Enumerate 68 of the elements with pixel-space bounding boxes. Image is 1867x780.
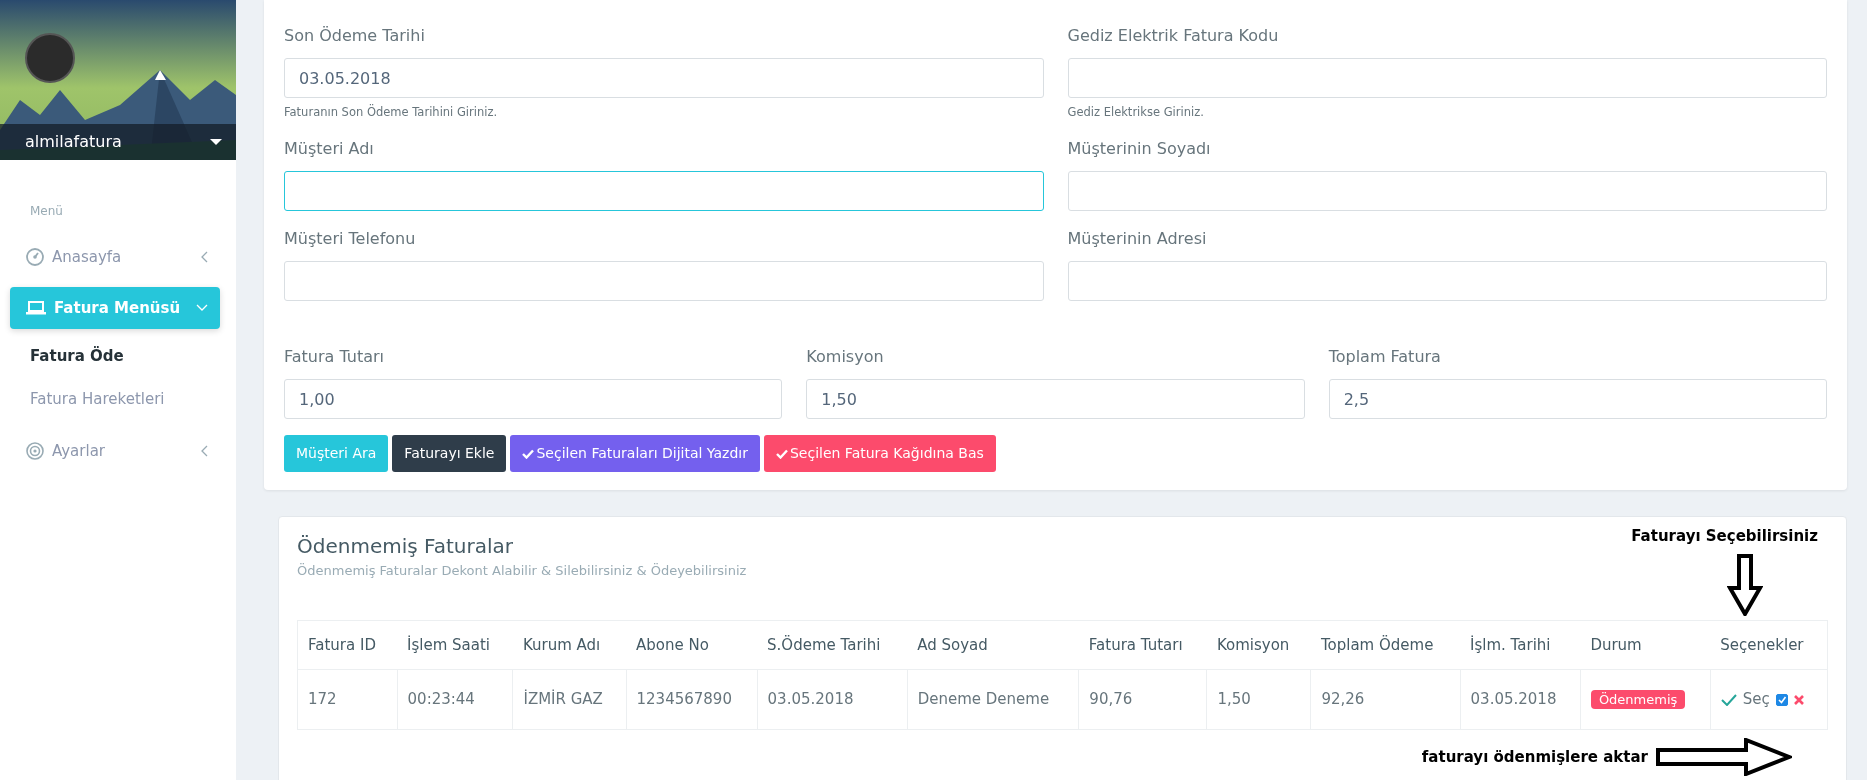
input-field[interactable]: 1,50 bbox=[806, 379, 1305, 420]
table-cell: 00:23:44 bbox=[397, 669, 513, 730]
sidebar-item[interactable]: Ayarlar bbox=[10, 430, 220, 473]
checkbox[interactable] bbox=[1775, 693, 1788, 706]
field-label: Son Ödeme Tarihi bbox=[284, 25, 426, 47]
column-header: Abone No bbox=[626, 620, 758, 670]
input-field[interactable]: 2,5 bbox=[1328, 379, 1827, 420]
field-label: Komisyon bbox=[806, 346, 885, 369]
submenu-item[interactable]: Fatura Öde bbox=[0, 337, 236, 376]
field-label: Fatura Tutarı bbox=[284, 346, 385, 369]
check-icon[interactable] bbox=[1720, 693, 1737, 706]
action-button[interactable]: Faturayı Ekle bbox=[392, 435, 507, 473]
field-label: Gediz Elektrik Fatura Kodu bbox=[1067, 25, 1280, 47]
column-header: İşlem Saati bbox=[397, 620, 513, 670]
column-header: Kurum Adı bbox=[512, 620, 626, 670]
table-cell: İZMİR GAZ bbox=[512, 669, 626, 730]
close-icon[interactable] bbox=[1793, 694, 1804, 705]
table-cell: 92,26 bbox=[1310, 669, 1461, 730]
action-button[interactable]: Seçilen Faturaları Dijital Yazdır bbox=[510, 435, 760, 473]
table-cell: 90,76 bbox=[1078, 669, 1207, 730]
input-field[interactable] bbox=[284, 261, 1044, 302]
table-cell: 03.05.2018 bbox=[757, 669, 908, 730]
chevron-left-icon bbox=[200, 251, 208, 264]
field-label: Toplam Fatura bbox=[1328, 346, 1442, 369]
annotation-text: faturayı ödenmişlere aktar bbox=[1421, 746, 1648, 768]
chevron-left-icon bbox=[200, 445, 208, 458]
column-header: Fatura ID bbox=[297, 620, 398, 670]
action-button[interactable]: Seçilen Fatura Kağıdına Bas bbox=[763, 435, 996, 473]
username: almilafatura bbox=[25, 131, 122, 153]
table-cell: 03.05.2018 bbox=[1460, 669, 1581, 730]
field-label: Müşteri Telefonu bbox=[284, 228, 417, 251]
field-label: Müşterinin Soyadı bbox=[1067, 138, 1212, 161]
help-text: Faturanın Son Ödeme Tarihini Giriniz. bbox=[284, 104, 499, 121]
column-header: Durum bbox=[1580, 620, 1711, 670]
input-field[interactable] bbox=[1067, 58, 1827, 98]
help-text: Gediz Elektrikse Giriniz. bbox=[1067, 104, 1205, 121]
menu-heading: Menü bbox=[29, 203, 64, 220]
column-header: Toplam Ödeme bbox=[1310, 620, 1461, 670]
laptop-icon bbox=[26, 299, 46, 316]
field-label: Müşterinin Adresi bbox=[1067, 228, 1208, 251]
card-subtitle: Ödenmemiş Faturalar Dekont Alabilir & Silebilirsiniz & Ödeyebilirsiniz bbox=[297, 562, 747, 581]
input-field[interactable] bbox=[284, 171, 1044, 212]
option-label[interactable]: Seç bbox=[1742, 688, 1770, 711]
table-cell: 1234567890 bbox=[626, 669, 758, 730]
card-title: Ödenmemiş Faturalar bbox=[297, 533, 513, 561]
sidebar-item[interactable]: Anasayfa bbox=[10, 236, 220, 279]
table-cell: 1,50 bbox=[1206, 669, 1311, 730]
input-field[interactable]: 1,00 bbox=[284, 379, 783, 420]
input-field[interactable] bbox=[1067, 261, 1827, 302]
input-field[interactable] bbox=[1067, 171, 1827, 212]
down-arrow-drawing bbox=[1726, 553, 1763, 616]
column-header: S.Ödeme Tarihi bbox=[757, 620, 908, 670]
column-header: Komisyon bbox=[1206, 620, 1311, 670]
column-header: Fatura Tutarı bbox=[1078, 620, 1207, 670]
caret-icon[interactable] bbox=[210, 138, 222, 146]
table-cell: Deneme Deneme bbox=[907, 669, 1079, 730]
chevron-down-icon bbox=[196, 303, 208, 312]
input-field[interactable]: 03.05.2018 bbox=[284, 58, 1044, 98]
submenu-item[interactable]: Fatura Hareketleri bbox=[0, 379, 236, 418]
column-header: Ad Soyad bbox=[907, 620, 1079, 670]
target-icon bbox=[26, 442, 44, 461]
column-header: İşlm. Tarihi bbox=[1460, 620, 1581, 670]
column-header: Seçenekler bbox=[1710, 620, 1828, 670]
table-cell: 172 bbox=[297, 669, 398, 730]
status-badge: Ödenmemiş bbox=[1590, 690, 1686, 710]
gauge-icon bbox=[26, 248, 44, 267]
annotation-text: Faturayı Seçebilirsiniz bbox=[1631, 526, 1818, 548]
field-label: Müşteri Adı bbox=[284, 138, 375, 161]
